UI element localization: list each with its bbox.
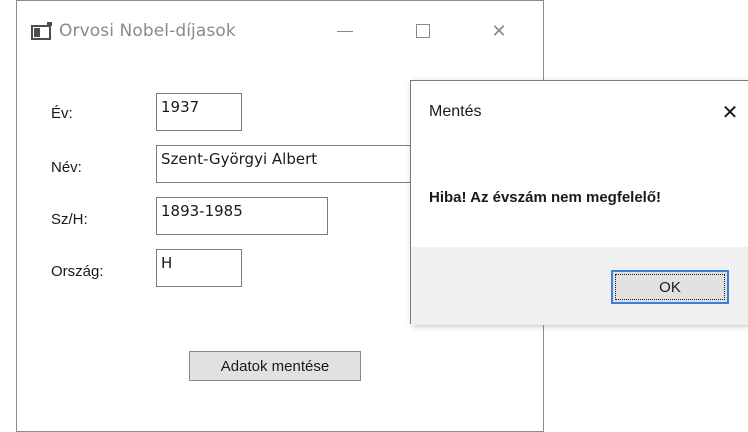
maximize-icon	[416, 24, 430, 38]
birth-death-field[interactable]: 1893-1985	[156, 197, 328, 235]
close-button[interactable]: ✕	[479, 13, 519, 49]
dialog-title: Mentés	[429, 103, 482, 120]
dialog-footer: OK	[411, 247, 748, 325]
dialog-message: Hiba! Az évszám nem megfelelő!	[429, 189, 662, 206]
app-window-icon	[31, 22, 52, 40]
year-label: Év:	[51, 105, 73, 122]
year-field[interactable]: 1937	[156, 93, 242, 131]
titlebar: Orvosi Nobel-díjasok ✕	[17, 1, 543, 53]
name-field[interactable]: Szent-Györgyi Albert	[156, 145, 416, 183]
maximize-button[interactable]	[403, 13, 443, 49]
dialog-close-button[interactable]: ✕	[715, 97, 745, 127]
save-dialog: Mentés ✕ Hiba! Az évszám nem megfelelő! …	[410, 80, 748, 325]
birth-death-label: Sz/H:	[51, 211, 88, 228]
name-label: Név:	[51, 159, 82, 176]
minimize-button[interactable]	[325, 13, 365, 49]
close-icon: ✕	[491, 20, 507, 42]
window-title: Orvosi Nobel-díjasok	[59, 21, 236, 41]
country-field[interactable]: H	[156, 249, 242, 287]
close-icon: ✕	[721, 100, 739, 124]
ok-button[interactable]: OK	[611, 270, 729, 304]
country-label: Ország:	[51, 263, 104, 280]
save-data-button[interactable]: Adatok mentése	[189, 351, 361, 381]
ok-button-label: OK	[659, 278, 681, 296]
minimize-icon	[337, 30, 353, 32]
